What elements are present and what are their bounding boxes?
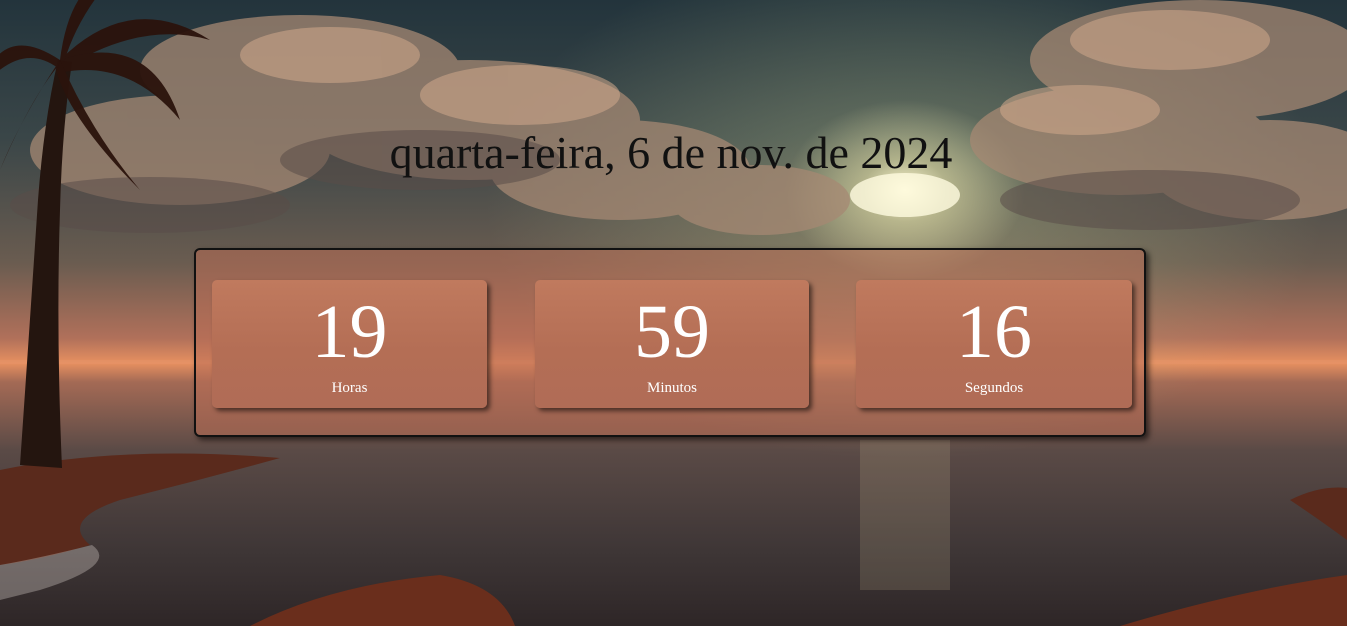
minutes-label: Minutos bbox=[646, 380, 697, 396]
clock-panel: 19 Horas 59 Minutos 16 Segundos bbox=[194, 248, 1146, 437]
hours-label: Horas bbox=[331, 380, 368, 396]
minutes-value: 59 bbox=[634, 290, 710, 374]
hours-value: 19 bbox=[311, 290, 388, 374]
seconds-value: 16 bbox=[956, 290, 1032, 374]
seconds-card: 16 Segundos bbox=[856, 280, 1132, 408]
minutes-card: 59 Minutos bbox=[535, 280, 809, 408]
current-date: quarta-feira, 6 de nov. de 2024 bbox=[389, 127, 953, 178]
seconds-label: Segundos bbox=[964, 380, 1024, 396]
hours-card: 19 Horas bbox=[212, 280, 487, 408]
